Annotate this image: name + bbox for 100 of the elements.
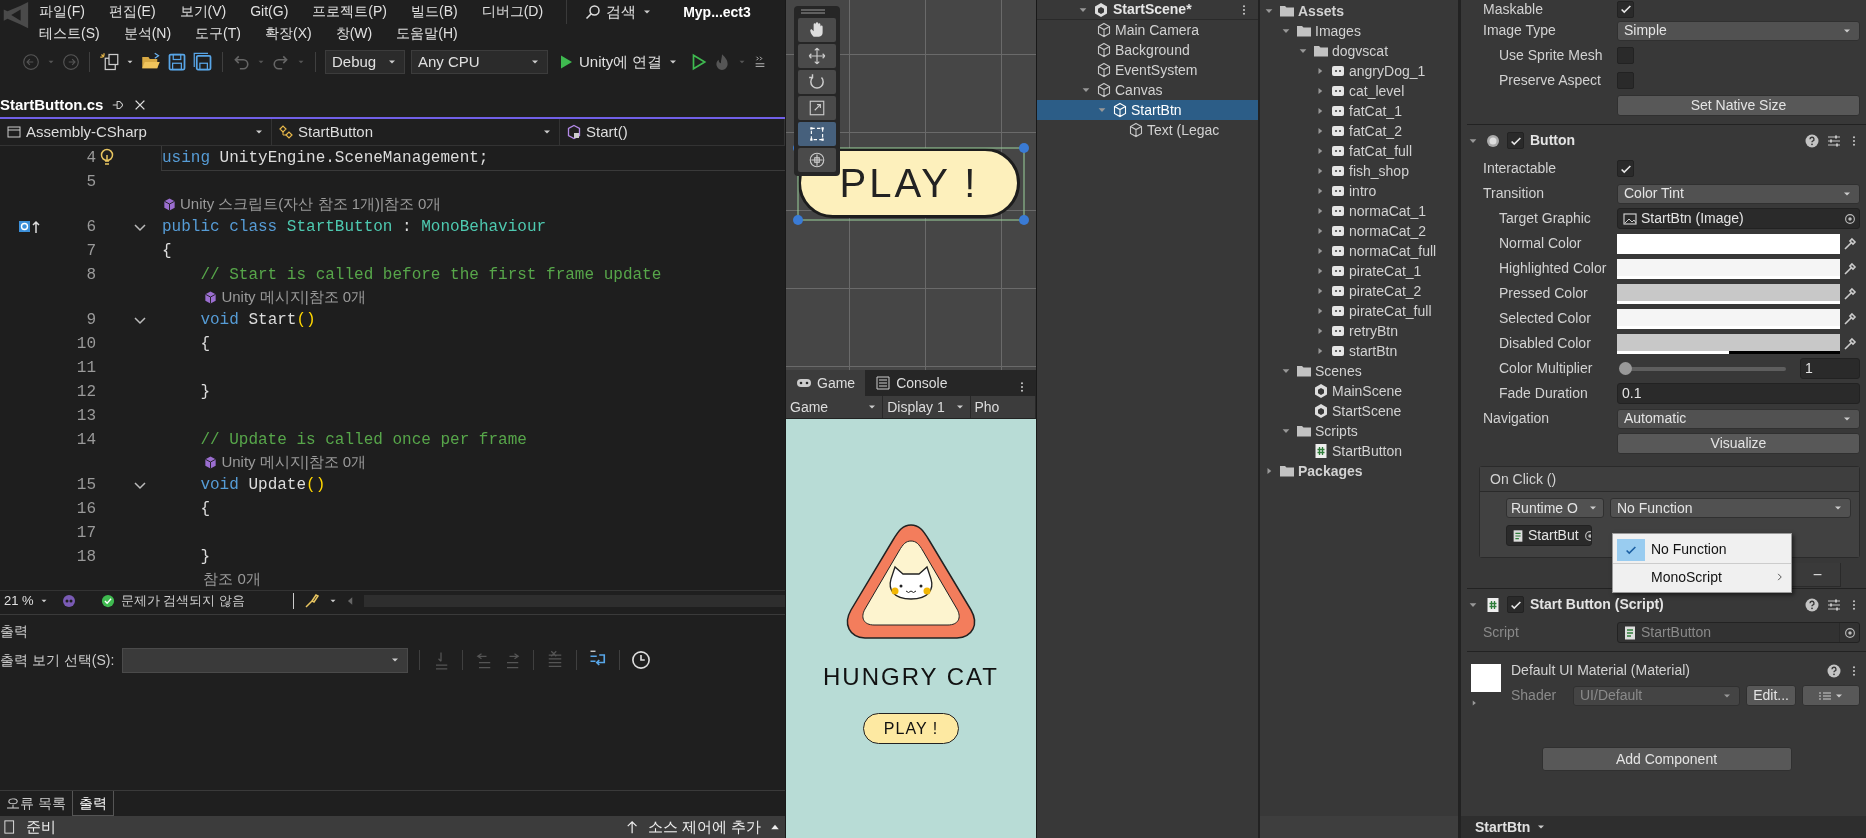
undo-icon[interactable] xyxy=(232,53,250,71)
redo-icon[interactable] xyxy=(272,53,290,71)
add-component-button[interactable]: Add Component xyxy=(1541,747,1792,771)
dropdown[interactable]: No Function xyxy=(1610,498,1851,518)
project-item[interactable]: intro xyxy=(1260,181,1458,201)
copilot-icon[interactable] xyxy=(60,592,77,609)
save-all-icon[interactable] xyxy=(193,52,213,72)
project-item[interactable]: pirateCat_full xyxy=(1260,301,1458,321)
object-field[interactable]: StartBut xyxy=(1506,525,1592,546)
panel-tab[interactable]: Game xyxy=(786,370,866,396)
hierarchy-item[interactable]: StartBtn xyxy=(1037,100,1258,120)
menu-item[interactable]: No Function xyxy=(1613,536,1791,563)
configuration-dropdown[interactable]: Debug xyxy=(325,50,405,74)
hierarchy-item[interactable]: Canvas xyxy=(1037,80,1258,100)
project-item[interactable]: Assets xyxy=(1260,1,1458,21)
color-swatch[interactable] xyxy=(1617,333,1840,354)
project-item[interactable]: dogvscat xyxy=(1260,41,1458,61)
project-item[interactable]: Scripts xyxy=(1260,421,1458,441)
horizontal-scrollbar[interactable] xyxy=(363,594,785,607)
platform-dropdown[interactable]: Any CPU xyxy=(411,50,548,74)
slider-thumb[interactable] xyxy=(1619,361,1632,375)
drag-handle-icon[interactable] xyxy=(798,8,828,16)
add-to-source-control-button[interactable]: 소스 제어에 추가 xyxy=(625,815,781,838)
tool-button[interactable] xyxy=(798,18,836,42)
project-item[interactable]: fish_shop xyxy=(1260,161,1458,181)
search-button[interactable]: 검색 xyxy=(581,0,658,24)
color-swatch[interactable] xyxy=(1617,233,1840,254)
menu-item[interactable]: 창(W) xyxy=(332,22,376,44)
edit-button[interactable]: Edit... xyxy=(1746,685,1796,706)
project-item[interactable]: normaCat_1 xyxy=(1260,201,1458,221)
project-item[interactable]: fatCat_1 xyxy=(1260,101,1458,121)
menu-item[interactable]: 프로젝트(P) xyxy=(309,0,390,22)
tool-button[interactable] xyxy=(798,44,836,68)
code-lens-text[interactable]: Unity 메시지|참조 0개 xyxy=(221,286,367,309)
enable-checkbox[interactable] xyxy=(1507,132,1524,149)
play-button[interactable]: PLAY ! xyxy=(863,713,959,744)
zoom-dropdown[interactable]: 21 % xyxy=(0,590,53,611)
tool-button[interactable] xyxy=(798,122,836,146)
color-swatch[interactable] xyxy=(1617,308,1840,329)
hierarchy-item[interactable]: EventSystem xyxy=(1037,60,1258,80)
help-icon[interactable] xyxy=(1804,132,1820,149)
menu-item[interactable]: 테스트(S) xyxy=(36,22,103,44)
run-button[interactable]: Unity에 연결 xyxy=(554,50,684,74)
hierarchy-item[interactable]: Main Camera xyxy=(1037,20,1258,40)
tool-button[interactable] xyxy=(798,96,836,120)
menu-item[interactable]: 도구(T) xyxy=(192,22,244,44)
object-picker-icon[interactable] xyxy=(1842,211,1857,226)
dropdown[interactable]: Runtime O xyxy=(1506,498,1604,518)
project-item[interactable]: startBtn xyxy=(1260,341,1458,361)
menu-item[interactable]: 분석(N) xyxy=(120,22,175,44)
hierarchy-item[interactable]: Text (Legac xyxy=(1037,120,1258,140)
project-item[interactable]: MainScene xyxy=(1260,381,1458,401)
lightbulb-icon[interactable] xyxy=(99,148,115,168)
help-icon[interactable] xyxy=(1804,596,1820,613)
project-item[interactable]: fatCat_2 xyxy=(1260,121,1458,141)
project-item[interactable]: fatCat_full xyxy=(1260,141,1458,161)
menu-item[interactable]: MonoScript xyxy=(1613,563,1791,590)
code-lens-text[interactable]: Unity 메시지|참조 0개 xyxy=(221,451,367,474)
project-item[interactable]: pirateCat_1 xyxy=(1260,261,1458,281)
checkbox[interactable] xyxy=(1617,0,1634,18)
object-dropdown[interactable]: StartBtn xyxy=(1471,816,1552,838)
push-button[interactable]: Set Native Size xyxy=(1617,95,1860,116)
enable-checkbox[interactable] xyxy=(1507,596,1524,613)
project-item[interactable]: StartScene xyxy=(1260,401,1458,421)
issues-status[interactable]: 문제가 검색되지 않음 xyxy=(100,590,245,611)
implements-marker-icon[interactable] xyxy=(18,219,42,235)
project-item[interactable]: Packages xyxy=(1260,461,1458,481)
menu-item[interactable]: 디버그(D) xyxy=(478,0,547,22)
pin-icon[interactable] xyxy=(111,98,126,112)
dropdown[interactable]: Automatic xyxy=(1617,408,1860,429)
timestamp-icon[interactable] xyxy=(631,650,652,670)
color-swatch[interactable] xyxy=(1617,283,1840,304)
menu-item[interactable]: 파일(F) xyxy=(36,0,88,22)
project-item[interactable]: pirateCat_2 xyxy=(1260,281,1458,301)
tool-button[interactable] xyxy=(798,70,836,94)
menu-item[interactable]: 확장(X) xyxy=(262,22,315,44)
save-icon[interactable] xyxy=(167,52,187,72)
play-sprite[interactable]: PLAY ! xyxy=(798,148,1020,218)
code-lens-text[interactable]: Unity 스크립트(자산 참조 1개)|참조 0개 xyxy=(180,193,442,216)
menu-item[interactable]: Git(G) xyxy=(247,0,292,22)
menu-item[interactable]: 도움말(H) xyxy=(393,22,461,44)
project-item[interactable]: cat_level xyxy=(1260,81,1458,101)
new-item-icon[interactable] xyxy=(99,52,119,72)
menu-item[interactable]: 보기(V) xyxy=(176,0,230,22)
project-item[interactable]: Images xyxy=(1260,21,1458,41)
number-field[interactable]: 1 xyxy=(1800,358,1860,379)
checkbox[interactable] xyxy=(1617,160,1634,177)
project-item[interactable]: retryBtn xyxy=(1260,321,1458,341)
object-field[interactable]: StartBtn (Image) xyxy=(1617,208,1860,229)
push-button[interactable]: Visualize xyxy=(1617,433,1860,454)
tool-button[interactable] xyxy=(798,148,836,172)
menu-item[interactable]: 편집(E) xyxy=(105,0,159,22)
hierarchy-item[interactable]: Background xyxy=(1037,40,1258,60)
list-options-button[interactable] xyxy=(1802,685,1860,706)
panel-tab[interactable]: 오류 목록 xyxy=(0,791,72,816)
dropdown[interactable]: Simple xyxy=(1617,20,1860,41)
project-item[interactable]: StartButton xyxy=(1260,441,1458,461)
panel-tab[interactable]: 출력 xyxy=(71,791,114,816)
project-item[interactable]: normaCat_2 xyxy=(1260,221,1458,241)
dropdown[interactable]: Color Tint xyxy=(1617,183,1860,204)
